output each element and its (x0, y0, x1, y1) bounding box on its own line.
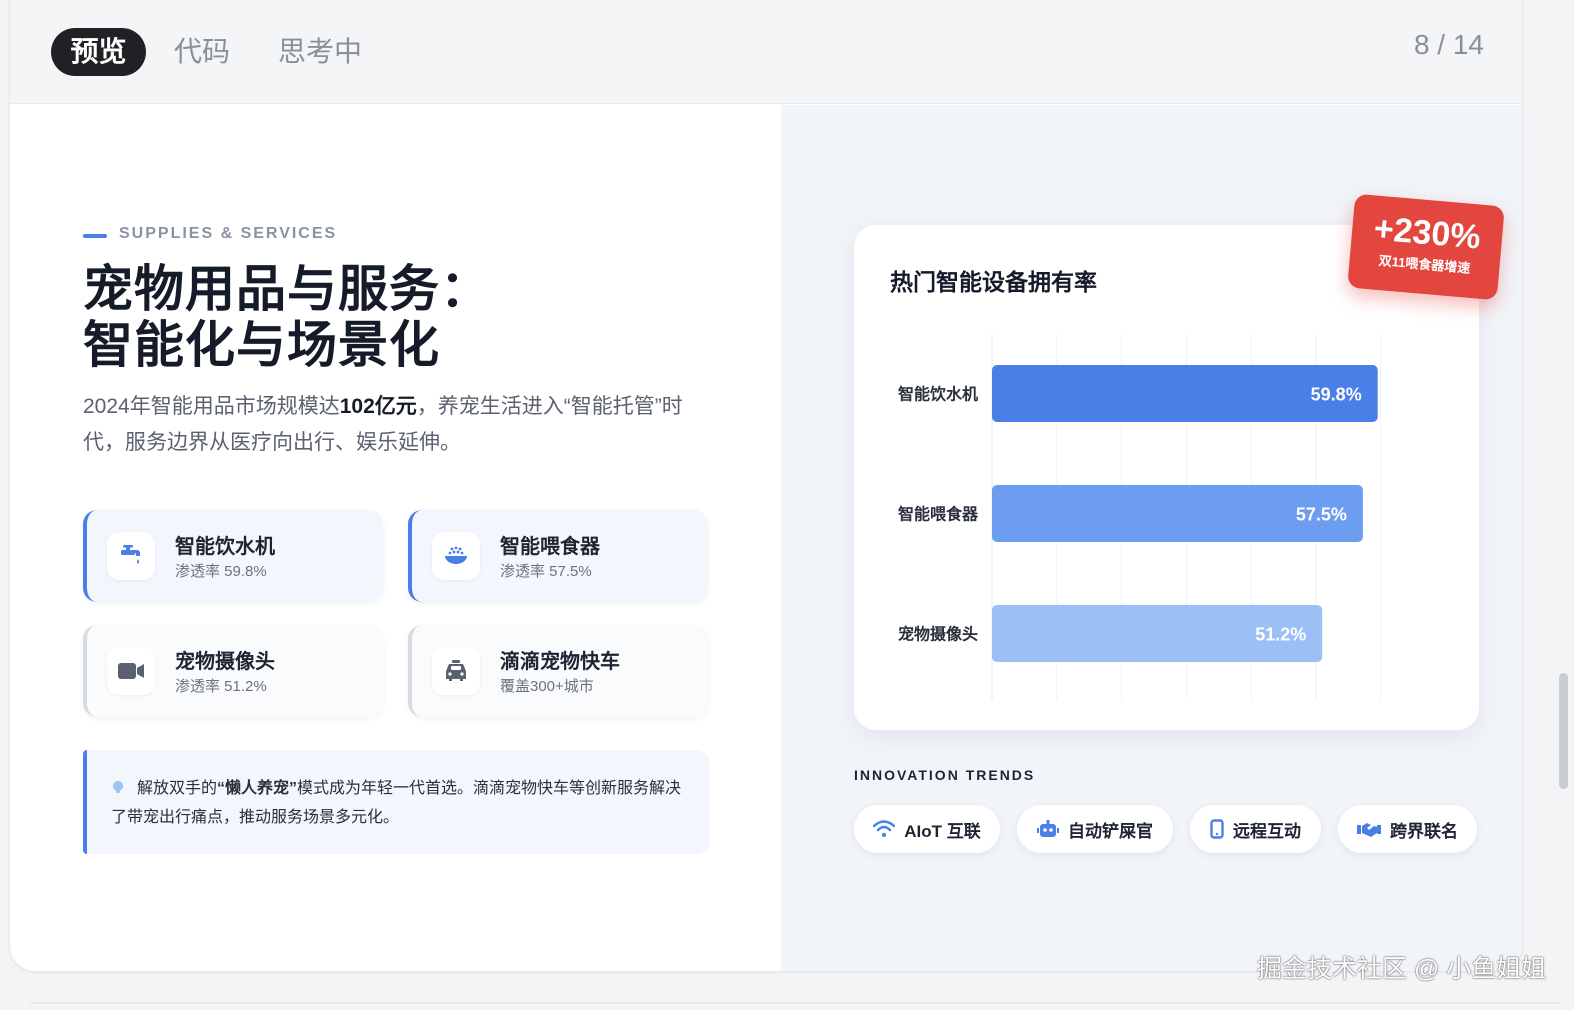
feature-card-water-fountain[interactable]: 智能饮水机 渗透率 59.8% (83, 510, 383, 602)
slide-title: 宠物用品与服务： 智能化与场景化 (83, 261, 491, 373)
chip-label: 自动铲屎官 (1068, 821, 1153, 841)
data-label: 57.5% (1296, 505, 1347, 525)
video-camera-icon (107, 647, 155, 695)
card-title: 宠物摄像头 (175, 651, 275, 673)
feature-card-pet-camera[interactable]: 宠物摄像头 渗透率 51.2% (83, 625, 383, 717)
card-subtitle: 渗透率 59.8% (175, 563, 267, 580)
card-subtitle: 渗透率 51.2% (175, 678, 267, 695)
category-label: 智能饮水机 (898, 385, 978, 404)
tab-thinking[interactable]: 思考中 (278, 28, 362, 76)
feature-card-smart-feeder[interactable]: 智能喂食器 渗透率 57.5% (408, 510, 708, 602)
card-title: 滴滴宠物快车 (500, 651, 620, 673)
page-indicator: 8 / 14 (1413, 29, 1484, 60)
lightbulb-icon (113, 781, 123, 793)
card-subtitle: 覆盖300+城市 (500, 678, 594, 695)
trends-heading: INNOVATION TRENDS (854, 767, 1036, 783)
slide-title-line2: 智能化与场景化 (83, 317, 440, 373)
next-frame-edge (30, 1002, 1560, 1004)
tab-preview[interactable]: 预览 (51, 28, 146, 76)
section-kicker: SUPPLIES & SERVICES (119, 225, 338, 242)
wifi-icon (873, 820, 896, 837)
chart-card: 热门智能设备拥有率 智能饮水机 59.8% 智能喂食器 57.5% 宠物摄像头 51.2% (854, 225, 1479, 730)
faucet-icon (107, 532, 155, 580)
category-label: 智能喂食器 (898, 505, 979, 524)
bar-chart: 智能饮水机 59.8% 智能喂食器 57.5% 宠物摄像头 51.2% (898, 335, 1382, 700)
trend-chip-crossover[interactable]: 跨界联名 (1338, 805, 1477, 853)
growth-stamp-badge: +230% 双11喂食器增速 (1347, 193, 1505, 301)
top-bar: 预览 代码 思考中 8 / 14 (10, 0, 1522, 104)
slide-left-panel: SUPPLIES & SERVICES 宠物用品与服务： 智能化与场景化 202… (10, 105, 781, 971)
scrollbar-thumb[interactable] (1559, 673, 1568, 789)
food-bowl-icon (432, 532, 480, 580)
card-title: 智能喂食器 (500, 536, 600, 558)
trend-chip-remote[interactable]: 远程互动 (1190, 805, 1321, 853)
card-subtitle: 渗透率 57.5% (500, 563, 592, 580)
tab-code[interactable]: 代码 (174, 28, 230, 76)
app-window: 预览 代码 思考中 8 / 14 SUPPLIES & SERVICES 宠物用… (9, 0, 1523, 972)
insight-callout: 解放双手的“懒人养宠”模式成为年轻一代首选。滴滴宠物快车等创新服务解决了带宠出行… (83, 750, 710, 854)
desc-highlight: 102亿元 (339, 395, 417, 418)
desc-text-pre: 2024年智能用品市场规模达 (83, 395, 340, 418)
trend-chip-aiot[interactable]: AIoT 互联 (854, 805, 1000, 853)
category-label: 宠物摄像头 (898, 625, 978, 644)
watermark: 掘金技术社区 @ 小鱼姐姐 (1257, 955, 1547, 983)
feature-card-pet-taxi[interactable]: 滴滴宠物快车 覆盖300+城市 (408, 625, 708, 717)
car-icon (432, 647, 480, 695)
chip-label: 远程互动 (1233, 821, 1301, 841)
chip-label: 跨界联名 (1390, 821, 1458, 841)
card-title: 智能饮水机 (175, 536, 275, 558)
robot-icon (1037, 820, 1059, 837)
insight-text: 解放双手的“懒人养宠”模式成为年轻一代首选。滴滴宠物快车等创新服务解决了带宠出行… (111, 774, 691, 832)
data-label: 59.8% (1311, 385, 1362, 405)
handshake-icon (1357, 823, 1381, 837)
slide-title-line1: 宠物用品与服务： (83, 261, 491, 317)
slide-right-panel: 热门智能设备拥有率 智能饮水机 59.8% 智能喂食器 57.5% 宠物摄像头 51.2%… (781, 105, 1522, 971)
insight-bold: “懒人养宠” (217, 780, 298, 797)
insight-pre: 解放双手的 (137, 780, 218, 797)
trend-chip-auto-litter[interactable]: 自动铲屎官 (1017, 805, 1173, 853)
kicker-accent-line (83, 234, 107, 238)
chip-label: AIoT 互联 (904, 821, 981, 841)
mobile-icon (1210, 819, 1224, 839)
slide-description: 2024年智能用品市场规模达102亿元，养宠生活进入“智能托管”时代，服务边界从… (83, 389, 723, 461)
data-label: 51.2% (1255, 625, 1306, 645)
